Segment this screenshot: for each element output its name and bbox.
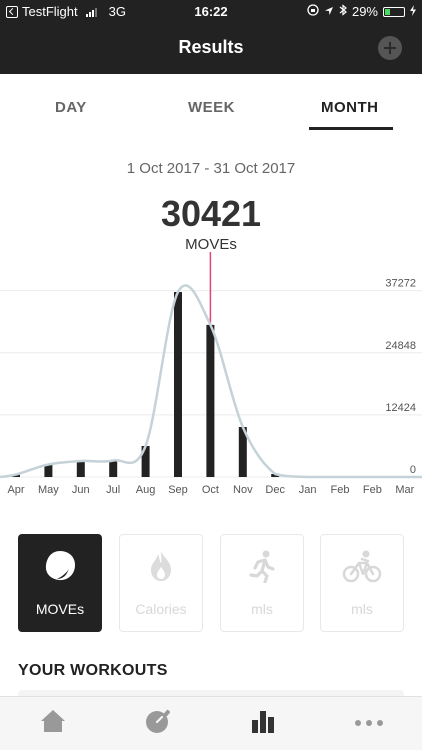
add-button[interactable] <box>378 36 402 60</box>
tab-month[interactable]: MONTH <box>321 99 379 116</box>
navigation-bar: Results <box>0 22 422 74</box>
status-right: 29% <box>307 4 416 19</box>
battery-fill <box>385 8 391 15</box>
y-tick-label: 12424 <box>385 402 416 414</box>
page-title: Results <box>178 37 244 57</box>
chart-bar <box>206 324 215 477</box>
more-icon <box>354 714 384 732</box>
tab-week[interactable]: WEEK <box>188 99 235 116</box>
metric-label: mls <box>351 601 373 617</box>
x-tick-label: Apr <box>7 484 24 496</box>
y-tick-label: 24848 <box>385 340 416 352</box>
x-tick-label: Jun <box>72 484 90 496</box>
bluetooth-icon <box>339 4 347 19</box>
x-tick-label: Jan <box>299 484 317 496</box>
x-tick-label: Sep <box>168 484 188 496</box>
chart-bar <box>174 292 182 477</box>
y-tick-label: 0 <box>410 464 416 476</box>
total-value: 30421 <box>160 193 262 234</box>
date-range: 1 Oct 2017 - 31 Oct 2017 <box>126 160 296 177</box>
x-tick-label: Aug <box>136 484 156 496</box>
x-tick-label: Dec <box>265 484 285 496</box>
tab-results[interactable] <box>248 709 278 737</box>
monthly-moves-chart[interactable]: 0 12424 24848 37272 Apr May Jun Jul Aug Sep Oct Nov… <box>0 252 422 500</box>
battery-icon <box>383 6 405 17</box>
metric-label: MOVEs <box>35 601 85 617</box>
x-tick-label: Feb <box>331 484 350 496</box>
status-bar: TestFlight 3G 16:22 29% <box>0 0 422 22</box>
battery-percent: 29% <box>351 4 378 19</box>
metric-card-cycling[interactable]: mls <box>320 534 404 632</box>
location-icon <box>324 4 334 19</box>
moves-blob-icon <box>19 549 101 583</box>
total-unit: MOVEs <box>185 236 237 253</box>
metric-card-moves[interactable]: MOVEs <box>18 534 102 632</box>
bar-chart-icon <box>249 708 277 739</box>
cyclist-icon <box>321 549 403 583</box>
bottom-tab-bar <box>0 696 422 750</box>
period-tabs: DAY WEEK MONTH <box>0 74 422 130</box>
tab-more[interactable] <box>354 709 384 737</box>
home-icon <box>39 708 67 739</box>
tab-home[interactable] <box>38 709 68 737</box>
tab-day[interactable]: DAY <box>55 99 87 116</box>
metric-selector: MOVEs Calories mls mls <box>0 534 422 632</box>
chart-bar <box>76 461 85 477</box>
metric-label: mls <box>251 601 273 617</box>
workouts-section-title: YOUR WORKOUTS <box>18 662 168 679</box>
flame-icon <box>120 549 202 583</box>
x-tick-label: Mar <box>395 484 414 496</box>
y-tick-label: 37272 <box>385 278 416 290</box>
metric-card-running[interactable]: mls <box>220 534 304 632</box>
x-tick-label: Jul <box>106 484 120 496</box>
running-person-icon <box>221 549 303 583</box>
metric-label: Calories <box>135 601 187 617</box>
chart-bar <box>109 460 118 477</box>
x-tick-label: May <box>38 484 59 496</box>
tab-activity[interactable] <box>143 709 173 737</box>
x-tick-label: Nov <box>233 484 253 496</box>
x-tick-label: Oct <box>202 484 219 496</box>
lock-rotation-icon <box>307 4 319 19</box>
stopwatch-icon <box>144 707 172 740</box>
x-tick-label: Feb <box>363 484 382 496</box>
metric-card-calories[interactable]: Calories <box>119 534 203 632</box>
charging-icon <box>410 4 416 19</box>
active-tab-indicator <box>309 127 393 130</box>
